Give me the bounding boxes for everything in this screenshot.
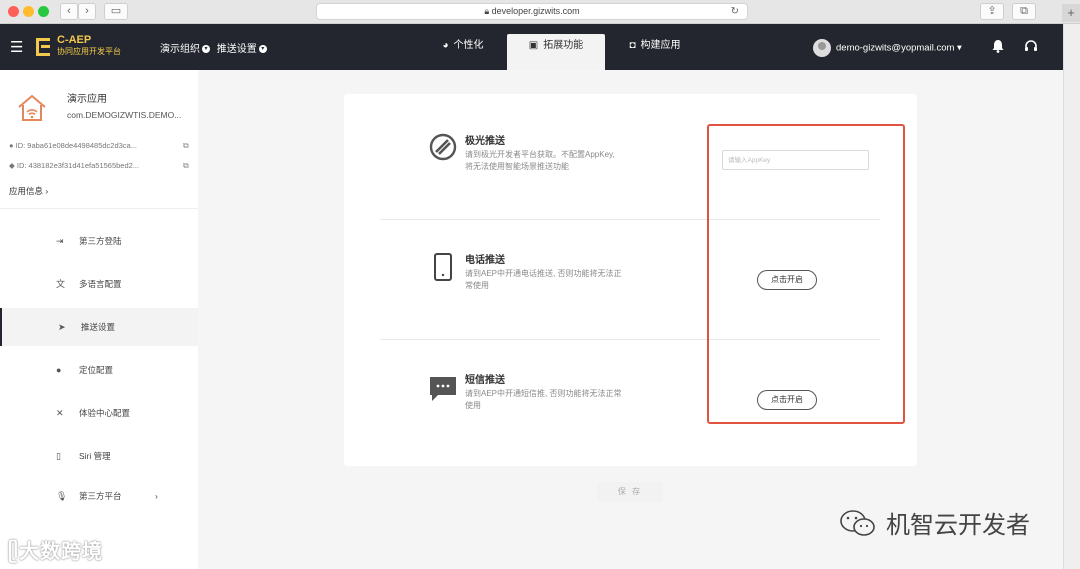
- sidebar-item-siri[interactable]: ▯ Siri 管理: [0, 437, 198, 475]
- chevron-down-icon[interactable]: ▾: [258, 45, 267, 54]
- android-id: ID: 438182e3f31d41efa51565bed2...: [16, 161, 140, 170]
- lock-icon: 🔒︎: [484, 6, 492, 16]
- brand-subtitle: 协同应用开发平台: [57, 47, 121, 56]
- app-package: com.DEMOGIZWTIS.DEMO...: [67, 110, 182, 120]
- brand-title: C-AEP: [57, 34, 92, 46]
- jpush-desc-line: 将无法使用智能场景推送功能: [465, 162, 569, 171]
- watermark-logo-icon: ᥫ: [8, 541, 20, 563]
- sidebar-item-experience-center[interactable]: ✕ 体验中心配置: [0, 394, 198, 432]
- tab-label: 个性化: [453, 40, 484, 51]
- sidebar-toggle-icon[interactable]: ▭: [104, 3, 128, 20]
- jpush-icon: [429, 133, 457, 161]
- tab-build[interactable]: ◘ 构建应用: [615, 34, 695, 70]
- sidebar: 演示应用 com.DEMOGIZWTIS.DEMO... ● ID: 9aba6…: [0, 70, 198, 569]
- sidebar-item-label: 第三方登陆: [79, 236, 122, 246]
- jpush-desc-line: 请到极光开发者平台获取。不配置AppKey,: [465, 150, 615, 159]
- sms-push-desc-line: 请到AEP中开通短信推, 否则功能将无法正常: [465, 389, 622, 398]
- phone-push-desc: 请到AEP中开通电话推送, 否则功能将无法正 常使用: [465, 268, 621, 292]
- app-header: ☰ C-AEP 协同应用开发平台 演示组织 ▾ 推送设置 ▾ ◕ 个性化 ▣ 拓展功能 …: [0, 24, 1063, 70]
- sms-push-desc: 请到AEP中开通短信推, 否则功能将无法正常 使用: [465, 388, 621, 412]
- ios-id: ID: 9aba61e08de4498485dc2d3ca...: [15, 141, 137, 150]
- menu-icon[interactable]: ☰: [10, 38, 23, 56]
- sidebar-item-label: 定位配置: [79, 365, 114, 375]
- magic-wand-icon: ✕: [56, 408, 64, 418]
- gizwits-logo: [36, 38, 50, 56]
- app-name: 演示应用: [67, 94, 107, 105]
- save-button[interactable]: 保 存: [597, 482, 663, 502]
- sidebar-item-label: Siri 管理: [79, 451, 111, 461]
- phone-push-title: 电话推送: [465, 255, 505, 266]
- jpush-title: 极光推送: [465, 136, 505, 147]
- login-icon: ⇥: [56, 236, 64, 246]
- build-icon: ◘: [629, 40, 636, 51]
- watermark-right-text: 机智云开发者: [886, 512, 1030, 539]
- sidebar-item-third-party-login[interactable]: ⇥ 第三方登陆: [0, 222, 198, 260]
- sidebar-item-label: 多语言配置: [79, 279, 122, 289]
- chevron-right-icon: ›: [155, 491, 158, 501]
- highlight-box: [707, 124, 905, 424]
- sidebar-item-location[interactable]: ● 定位配置: [0, 351, 198, 389]
- address-bar[interactable]: 🔒︎ developer.gizwits.com ↻: [316, 3, 748, 20]
- minimize-window-button[interactable]: [23, 6, 34, 17]
- scrollbar[interactable]: [1063, 24, 1080, 569]
- reload-icon[interactable]: ↻: [731, 4, 739, 19]
- back-icon[interactable]: ‹: [60, 3, 78, 20]
- sms-push-icon: [430, 377, 456, 401]
- new-tab-button[interactable]: +: [1062, 4, 1080, 22]
- app-house-icon: [18, 94, 46, 121]
- avatar: [813, 39, 831, 57]
- user-menu[interactable]: demo-gizwits@yopmail.com ▾: [813, 39, 962, 57]
- location-icon: ●: [56, 365, 62, 375]
- phone-push-icon: [434, 253, 452, 281]
- breadcrumb-org[interactable]: 演示组织: [160, 44, 200, 55]
- browser-chrome: ‹ › ▭ 🔒︎ developer.gizwits.com ↻ ⇪ ⧉ +: [0, 0, 1080, 24]
- brand: C-AEP 协同应用开发平台: [57, 34, 121, 58]
- apple-icon: ●: [9, 141, 14, 150]
- android-icon: ◆: [9, 161, 15, 170]
- sidebar-item-label: 第三方平台: [79, 491, 122, 501]
- close-window-button[interactable]: [8, 6, 19, 17]
- bell-icon[interactable]: [992, 39, 1004, 56]
- forward-icon[interactable]: ›: [78, 3, 96, 20]
- extension-icon: ▣: [528, 40, 539, 51]
- phone-icon: ▯: [56, 451, 61, 461]
- sidebar-item-label: 体验中心配置: [79, 408, 131, 418]
- zoom-window-button[interactable]: [38, 6, 49, 17]
- sidebar-item-language[interactable]: 文 多语言配置: [0, 265, 198, 303]
- watermark-right: 机智云开发者: [838, 505, 1030, 540]
- chevron-down-icon[interactable]: ▾: [202, 45, 210, 54]
- tab-personalize[interactable]: ◕ 个性化: [424, 34, 502, 70]
- phone-push-desc-line: 常使用: [465, 281, 489, 290]
- sidebar-item-label: 推送设置: [81, 322, 116, 332]
- watermark-left: ᥫ大数跨境: [8, 535, 103, 564]
- tab-extensions[interactable]: ▣ 拓展功能: [507, 34, 605, 70]
- watermark-left-text: 大数跨境: [19, 541, 104, 563]
- sms-push-desc-line: 使用: [465, 401, 481, 410]
- sms-push-title: 短信推送: [465, 375, 505, 386]
- android-id-row: ◆ ID: 438182e3f31d41efa51565bed2... ⧉: [9, 161, 189, 170]
- breadcrumb-page[interactable]: 推送设置: [217, 44, 257, 55]
- palette-icon: ◕: [442, 40, 449, 51]
- jpush-desc: 请到极光开发者平台获取。不配置AppKey, 将无法使用智能场景推送功能: [465, 149, 615, 173]
- divider: [0, 208, 198, 209]
- mic-icon: 🎙︎: [56, 491, 68, 501]
- tabs-overview-icon[interactable]: ⧉: [1012, 3, 1036, 20]
- phone-push-desc-line: 请到AEP中开通电话推送, 否则功能将无法正: [465, 269, 622, 278]
- sidebar-item-third-party-platform[interactable]: 🎙︎ 第三方平台 ›: [0, 477, 198, 515]
- share-icon[interactable]: ⇪: [980, 3, 1004, 20]
- tab-label: 拓展功能: [543, 40, 584, 51]
- user-email: demo-gizwits@yopmail.com ▾: [836, 42, 962, 54]
- wechat-icon: [840, 509, 875, 536]
- language-icon: 文: [56, 279, 66, 289]
- url-text: developer.gizwits.com: [491, 6, 580, 16]
- send-icon: ➤: [58, 322, 66, 332]
- headset-icon[interactable]: [1024, 39, 1038, 56]
- breadcrumb: 演示组织 ▾ 推送设置 ▾: [160, 40, 271, 55]
- tab-label: 构建应用: [640, 40, 681, 51]
- ios-id-row: ● ID: 9aba61e08de4498485dc2d3ca... ⧉: [9, 141, 189, 150]
- copy-icon[interactable]: ⧉: [183, 161, 189, 171]
- app-info-link[interactable]: 应用信息 ›: [9, 185, 48, 197]
- sidebar-item-push[interactable]: ➤ 推送设置: [0, 308, 198, 346]
- copy-icon[interactable]: ⧉: [183, 141, 189, 151]
